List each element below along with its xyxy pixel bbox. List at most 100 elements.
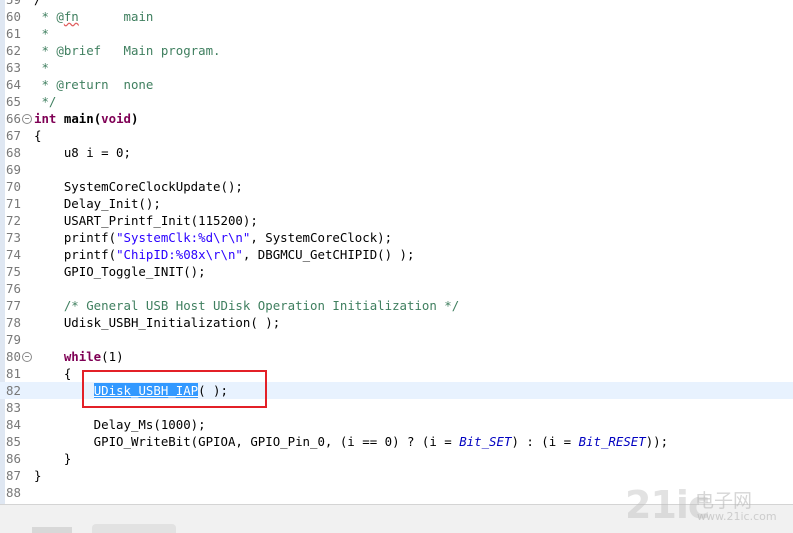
- code-line[interactable]: 61 *: [0, 25, 793, 42]
- code-token: /: [34, 0, 41, 7]
- code-line[interactable]: 64 * @return none: [0, 76, 793, 93]
- line-number: 81: [6, 366, 21, 381]
- code-line[interactable]: 72 USART_Printf_Init(115200);: [0, 212, 793, 229]
- code-line[interactable]: 67 {: [0, 127, 793, 144]
- code-token: Delay_Ms(1000);: [34, 417, 206, 432]
- code-text: *: [34, 59, 49, 76]
- code-token: int: [34, 111, 57, 126]
- code-line[interactable]: 78 Udisk_USBH_Initialization( );: [0, 314, 793, 331]
- code-token: Bit_SET: [459, 434, 512, 449]
- code-line[interactable]: 62 * @brief Main program.: [0, 42, 793, 59]
- code-text: */: [34, 93, 56, 110]
- line-number: 62: [6, 43, 21, 58]
- code-text: }: [34, 467, 41, 484]
- code-text: * @brief Main program.: [34, 42, 221, 59]
- code-token: {: [34, 128, 42, 143]
- line-number: 82: [6, 383, 21, 398]
- line-number: 69: [6, 162, 21, 177]
- code-line[interactable]: 60 * @fn main: [0, 8, 793, 25]
- code-token: Bit_RESET: [578, 434, 646, 449]
- code-text: /* General USB Host UDisk Operation Init…: [34, 297, 459, 314]
- fold-toggle-icon[interactable]: −: [22, 352, 32, 362]
- code-line[interactable]: 59 /: [0, 0, 793, 8]
- code-text: u8 i = 0;: [34, 144, 131, 161]
- code-text: }: [34, 450, 71, 467]
- code-line[interactable]: 71 Delay_Init();: [0, 195, 793, 212]
- code-token: void: [101, 111, 132, 126]
- line-number: 71: [6, 196, 21, 211]
- code-token: }: [34, 451, 72, 466]
- code-text: while(1): [34, 348, 124, 365]
- line-number: 78: [6, 315, 21, 330]
- code-text: {: [34, 365, 71, 382]
- line-number: 74: [6, 247, 21, 262]
- code-line[interactable]: 70 SystemCoreClockUpdate();: [0, 178, 793, 195]
- code-token: */: [34, 94, 57, 109]
- code-line[interactable]: 84 Delay_Ms(1000);: [0, 416, 793, 433]
- code-token: SystemCoreClockUpdate();: [34, 179, 243, 194]
- code-text: USART_Printf_Init(115200);: [34, 212, 258, 229]
- code-token: ));: [645, 434, 669, 449]
- code-token: main: [78, 9, 154, 24]
- code-line[interactable]: 75 GPIO_Toggle_INIT();: [0, 263, 793, 280]
- code-token: Udisk_USBH_Initialization( );: [34, 315, 281, 330]
- code-token: *: [34, 26, 49, 41]
- code-token: "ChipID:%08x\r\n": [116, 247, 243, 262]
- line-number: 86: [6, 451, 21, 466]
- code-line[interactable]: 63 *: [0, 59, 793, 76]
- code-line[interactable]: 65 */: [0, 93, 793, 110]
- code-token: "SystemClk:%d\r\n": [116, 230, 251, 245]
- line-number: 64: [6, 77, 21, 92]
- code-token: }: [34, 468, 42, 483]
- watermark-logo: 21ic 电子网 www.21ic.com: [625, 484, 785, 528]
- code-token: (1): [101, 349, 124, 364]
- code-token: printf(: [34, 247, 117, 262]
- line-number: 60: [6, 9, 21, 24]
- code-token: /* General USB Host UDisk Operation Init…: [63, 298, 460, 313]
- panel-tab-icon[interactable]: [32, 527, 72, 533]
- code-line[interactable]: 76: [0, 280, 793, 297]
- code-token: printf(: [34, 230, 117, 245]
- code-line[interactable]: 77 /* General USB Host UDisk Operation I…: [0, 297, 793, 314]
- line-number: 68: [6, 145, 21, 160]
- code-line[interactable]: 66− int main(void): [0, 110, 793, 127]
- code-line[interactable]: 73 printf("SystemClk:%d\r\n", SystemCore…: [0, 229, 793, 246]
- code-token: * @return none: [34, 77, 154, 92]
- code-text: /: [34, 0, 41, 8]
- code-token: GPIO_WriteBit(GPIOA, GPIO_Pin_0, (i == 0…: [34, 434, 460, 449]
- watermark-url: www.21ic.com: [697, 510, 777, 523]
- code-text: printf("ChipID:%08x\r\n", DBGMCU_GetCHIP…: [34, 246, 415, 263]
- code-text: printf("SystemClk:%d\r\n", SystemCoreClo…: [34, 229, 392, 246]
- code-token: main(: [63, 111, 102, 126]
- code-line[interactable]: 86 }: [0, 450, 793, 467]
- code-token: , DBGMCU_GetCHIPID() );: [242, 247, 415, 262]
- line-number: 84: [6, 417, 21, 432]
- code-line[interactable]: 80− while(1): [0, 348, 793, 365]
- code-token: *: [34, 60, 49, 75]
- code-text: Udisk_USBH_Initialization( );: [34, 314, 280, 331]
- code-token: * @brief Main program.: [34, 43, 221, 58]
- fold-toggle-icon[interactable]: −: [22, 114, 32, 124]
- code-text: int main(void): [34, 110, 138, 127]
- code-token: while: [63, 349, 102, 364]
- code-line[interactable]: 79: [0, 331, 793, 348]
- line-number: 87: [6, 468, 21, 483]
- code-line[interactable]: 69: [0, 161, 793, 178]
- annotation-highlight-box: [82, 370, 267, 408]
- code-editor[interactable]: 59/60 * @fn main61 *62 * @brief Main pro…: [0, 0, 793, 504]
- line-number: 88: [6, 485, 21, 500]
- line-number: 73: [6, 230, 21, 245]
- code-line[interactable]: 68 u8 i = 0;: [0, 144, 793, 161]
- code-token: {: [34, 366, 72, 381]
- code-text: {: [34, 127, 41, 144]
- code-line[interactable]: 74 printf("ChipID:%08x\r\n", DBGMCU_GetC…: [0, 246, 793, 263]
- code-text: * @fn main: [34, 8, 153, 25]
- line-number: 85: [6, 434, 21, 449]
- line-number: 65: [6, 94, 21, 109]
- watermark-cn-text: 电子网: [695, 490, 753, 512]
- code-line[interactable]: 87}: [0, 467, 793, 484]
- line-number: 76: [6, 281, 21, 296]
- code-line[interactable]: 85 GPIO_WriteBit(GPIOA, GPIO_Pin_0, (i =…: [0, 433, 793, 450]
